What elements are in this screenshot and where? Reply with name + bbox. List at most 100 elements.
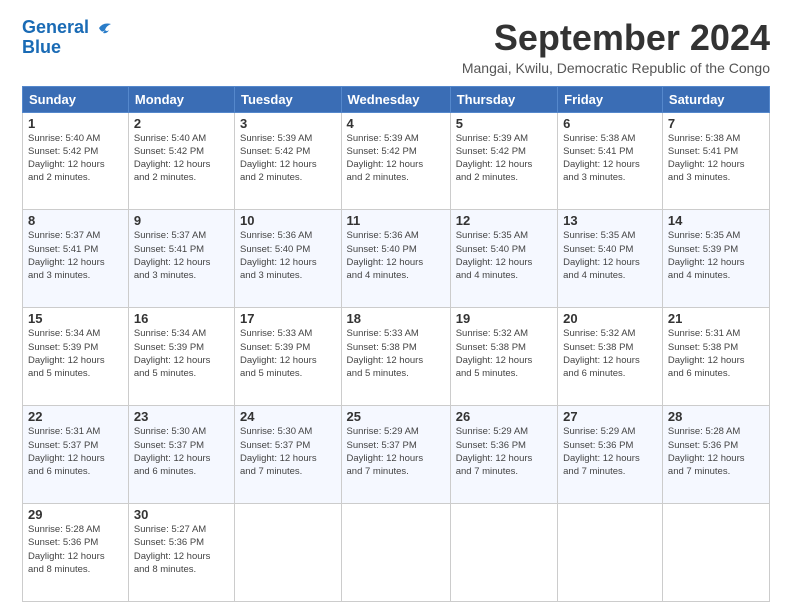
day-number: 17 [240, 311, 336, 326]
day-info: Sunrise: 5:32 AMSunset: 5:38 PMDaylight:… [563, 327, 657, 380]
day-number: 4 [347, 116, 445, 131]
day-number: 2 [134, 116, 229, 131]
day-info: Sunrise: 5:36 AMSunset: 5:40 PMDaylight:… [347, 229, 445, 282]
logo-blue: Blue [22, 37, 61, 57]
day-number: 30 [134, 507, 229, 522]
week-row-2: 8Sunrise: 5:37 AMSunset: 5:41 PMDaylight… [23, 210, 770, 308]
calendar-cell [341, 504, 450, 602]
day-info: Sunrise: 5:29 AMSunset: 5:36 PMDaylight:… [563, 425, 657, 478]
calendar-cell: 19Sunrise: 5:32 AMSunset: 5:38 PMDayligh… [450, 308, 557, 406]
day-info: Sunrise: 5:39 AMSunset: 5:42 PMDaylight:… [456, 132, 552, 185]
calendar-cell: 16Sunrise: 5:34 AMSunset: 5:39 PMDayligh… [128, 308, 234, 406]
day-info: Sunrise: 5:29 AMSunset: 5:36 PMDaylight:… [456, 425, 552, 478]
day-info: Sunrise: 5:37 AMSunset: 5:41 PMDaylight:… [134, 229, 229, 282]
day-number: 6 [563, 116, 657, 131]
column-header-monday: Monday [128, 86, 234, 112]
day-info: Sunrise: 5:34 AMSunset: 5:39 PMDaylight:… [28, 327, 123, 380]
calendar-cell: 21Sunrise: 5:31 AMSunset: 5:38 PMDayligh… [662, 308, 769, 406]
column-header-friday: Friday [558, 86, 663, 112]
day-info: Sunrise: 5:33 AMSunset: 5:38 PMDaylight:… [347, 327, 445, 380]
day-info: Sunrise: 5:38 AMSunset: 5:41 PMDaylight:… [563, 132, 657, 185]
calendar-cell: 17Sunrise: 5:33 AMSunset: 5:39 PMDayligh… [235, 308, 342, 406]
day-info: Sunrise: 5:40 AMSunset: 5:42 PMDaylight:… [28, 132, 123, 185]
logo-general: General [22, 17, 89, 37]
week-row-1: 1Sunrise: 5:40 AMSunset: 5:42 PMDaylight… [23, 112, 770, 210]
day-info: Sunrise: 5:35 AMSunset: 5:40 PMDaylight:… [563, 229, 657, 282]
day-info: Sunrise: 5:35 AMSunset: 5:39 PMDaylight:… [668, 229, 764, 282]
day-number: 18 [347, 311, 445, 326]
day-number: 23 [134, 409, 229, 424]
day-number: 7 [668, 116, 764, 131]
day-info: Sunrise: 5:29 AMSunset: 5:37 PMDaylight:… [347, 425, 445, 478]
column-header-wednesday: Wednesday [341, 86, 450, 112]
calendar-cell: 2Sunrise: 5:40 AMSunset: 5:42 PMDaylight… [128, 112, 234, 210]
calendar-cell: 29Sunrise: 5:28 AMSunset: 5:36 PMDayligh… [23, 504, 129, 602]
calendar-cell [662, 504, 769, 602]
logo: General Blue [22, 18, 113, 58]
calendar-cell: 12Sunrise: 5:35 AMSunset: 5:40 PMDayligh… [450, 210, 557, 308]
day-number: 15 [28, 311, 123, 326]
calendar-cell: 7Sunrise: 5:38 AMSunset: 5:41 PMDaylight… [662, 112, 769, 210]
calendar-cell: 13Sunrise: 5:35 AMSunset: 5:40 PMDayligh… [558, 210, 663, 308]
day-number: 16 [134, 311, 229, 326]
calendar-cell: 25Sunrise: 5:29 AMSunset: 5:37 PMDayligh… [341, 406, 450, 504]
week-row-5: 29Sunrise: 5:28 AMSunset: 5:36 PMDayligh… [23, 504, 770, 602]
day-number: 19 [456, 311, 552, 326]
day-info: Sunrise: 5:33 AMSunset: 5:39 PMDaylight:… [240, 327, 336, 380]
calendar-cell: 27Sunrise: 5:29 AMSunset: 5:36 PMDayligh… [558, 406, 663, 504]
calendar-cell: 28Sunrise: 5:28 AMSunset: 5:36 PMDayligh… [662, 406, 769, 504]
day-number: 20 [563, 311, 657, 326]
calendar-cell: 18Sunrise: 5:33 AMSunset: 5:38 PMDayligh… [341, 308, 450, 406]
calendar-body: 1Sunrise: 5:40 AMSunset: 5:42 PMDaylight… [23, 112, 770, 601]
day-info: Sunrise: 5:39 AMSunset: 5:42 PMDaylight:… [347, 132, 445, 185]
calendar-cell: 8Sunrise: 5:37 AMSunset: 5:41 PMDaylight… [23, 210, 129, 308]
day-number: 14 [668, 213, 764, 228]
day-info: Sunrise: 5:28 AMSunset: 5:36 PMDaylight:… [28, 523, 123, 576]
day-info: Sunrise: 5:34 AMSunset: 5:39 PMDaylight:… [134, 327, 229, 380]
day-info: Sunrise: 5:37 AMSunset: 5:41 PMDaylight:… [28, 229, 123, 282]
calendar-cell: 23Sunrise: 5:30 AMSunset: 5:37 PMDayligh… [128, 406, 234, 504]
day-number: 13 [563, 213, 657, 228]
logo-text: General Blue [22, 18, 89, 58]
day-info: Sunrise: 5:31 AMSunset: 5:38 PMDaylight:… [668, 327, 764, 380]
day-info: Sunrise: 5:30 AMSunset: 5:37 PMDaylight:… [240, 425, 336, 478]
day-number: 24 [240, 409, 336, 424]
calendar-cell: 20Sunrise: 5:32 AMSunset: 5:38 PMDayligh… [558, 308, 663, 406]
calendar-cell [558, 504, 663, 602]
day-info: Sunrise: 5:39 AMSunset: 5:42 PMDaylight:… [240, 132, 336, 185]
day-info: Sunrise: 5:36 AMSunset: 5:40 PMDaylight:… [240, 229, 336, 282]
calendar-cell: 22Sunrise: 5:31 AMSunset: 5:37 PMDayligh… [23, 406, 129, 504]
month-title: September 2024 [133, 18, 770, 58]
day-number: 28 [668, 409, 764, 424]
calendar-cell: 10Sunrise: 5:36 AMSunset: 5:40 PMDayligh… [235, 210, 342, 308]
day-number: 25 [347, 409, 445, 424]
calendar-cell: 6Sunrise: 5:38 AMSunset: 5:41 PMDaylight… [558, 112, 663, 210]
calendar-cell: 5Sunrise: 5:39 AMSunset: 5:42 PMDaylight… [450, 112, 557, 210]
calendar-cell: 14Sunrise: 5:35 AMSunset: 5:39 PMDayligh… [662, 210, 769, 308]
calendar-header-row: SundayMondayTuesdayWednesdayThursdayFrid… [23, 86, 770, 112]
day-info: Sunrise: 5:40 AMSunset: 5:42 PMDaylight:… [134, 132, 229, 185]
day-number: 11 [347, 213, 445, 228]
calendar: SundayMondayTuesdayWednesdayThursdayFrid… [22, 86, 770, 602]
day-info: Sunrise: 5:28 AMSunset: 5:36 PMDaylight:… [668, 425, 764, 478]
page: General Blue September 2024 Mangai, Kwil… [0, 0, 792, 612]
week-row-3: 15Sunrise: 5:34 AMSunset: 5:39 PMDayligh… [23, 308, 770, 406]
logo-bird-icon [91, 20, 113, 38]
calendar-cell: 4Sunrise: 5:39 AMSunset: 5:42 PMDaylight… [341, 112, 450, 210]
day-number: 1 [28, 116, 123, 131]
location-title: Mangai, Kwilu, Democratic Republic of th… [133, 60, 770, 76]
column-header-sunday: Sunday [23, 86, 129, 112]
day-info: Sunrise: 5:38 AMSunset: 5:41 PMDaylight:… [668, 132, 764, 185]
day-info: Sunrise: 5:30 AMSunset: 5:37 PMDaylight:… [134, 425, 229, 478]
calendar-cell: 26Sunrise: 5:29 AMSunset: 5:36 PMDayligh… [450, 406, 557, 504]
calendar-cell: 1Sunrise: 5:40 AMSunset: 5:42 PMDaylight… [23, 112, 129, 210]
calendar-cell: 3Sunrise: 5:39 AMSunset: 5:42 PMDaylight… [235, 112, 342, 210]
day-number: 27 [563, 409, 657, 424]
day-info: Sunrise: 5:31 AMSunset: 5:37 PMDaylight:… [28, 425, 123, 478]
calendar-cell [450, 504, 557, 602]
calendar-cell: 30Sunrise: 5:27 AMSunset: 5:36 PMDayligh… [128, 504, 234, 602]
day-number: 12 [456, 213, 552, 228]
week-row-4: 22Sunrise: 5:31 AMSunset: 5:37 PMDayligh… [23, 406, 770, 504]
day-info: Sunrise: 5:32 AMSunset: 5:38 PMDaylight:… [456, 327, 552, 380]
day-number: 8 [28, 213, 123, 228]
